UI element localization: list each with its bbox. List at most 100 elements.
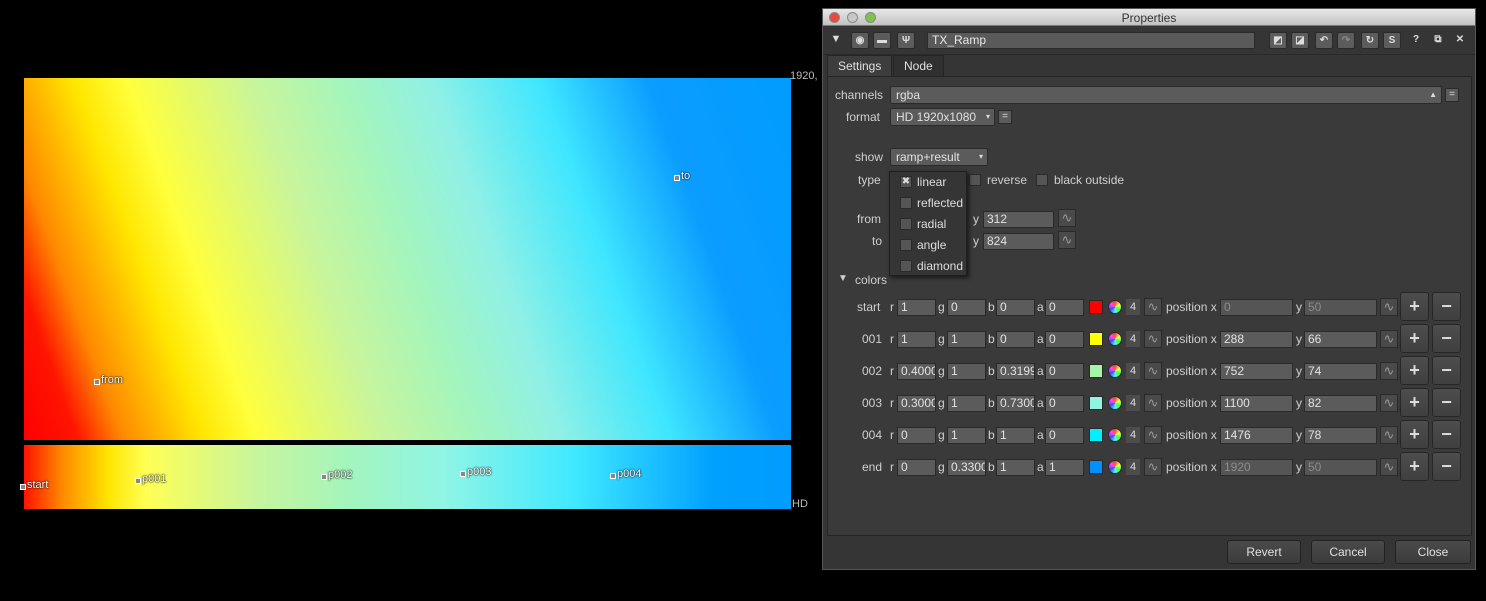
position-curve-icon[interactable]: ∿ [1380,394,1398,412]
g-field-end[interactable]: 0.3300 [947,459,986,476]
colors-collapse-icon[interactable]: ▼ [838,270,848,288]
start-handle[interactable]: start [20,479,48,491]
help-icon[interactable]: ? [1407,32,1425,49]
p003-handle[interactable]: p003 [460,466,491,478]
fork-icon[interactable]: Ψ [897,32,915,49]
r-field-001[interactable]: 1 [897,331,936,348]
position-y-field-002[interactable]: 74 [1304,363,1377,380]
b-field-001[interactable]: 0 [996,331,1035,348]
color-swatch-003[interactable] [1089,396,1103,410]
color-wheel-icon[interactable] [1108,396,1122,410]
add-color-button[interactable]: + [1400,420,1429,449]
r-field-004[interactable]: 0 [897,427,936,444]
position-curve-icon[interactable]: ∿ [1380,298,1398,316]
p002-handle[interactable]: p002 [321,469,352,481]
float-icon[interactable]: ⧉ [1429,32,1447,49]
remove-color-button[interactable]: − [1432,388,1461,417]
b-field-002[interactable]: 0.3199 [996,363,1035,380]
color-swatch-004[interactable] [1089,428,1103,442]
r-field-start[interactable]: 1 [897,299,936,316]
position-curve-icon[interactable]: ∿ [1380,426,1398,444]
title-bar[interactable]: Properties [823,9,1475,26]
remove-color-button[interactable]: − [1432,324,1461,353]
position-x-field-003[interactable]: 1100 [1220,395,1293,412]
position-x-field-002[interactable]: 752 [1220,363,1293,380]
position-y-field-start[interactable]: 50 [1304,299,1377,316]
node-name-field[interactable]: TX_Ramp [927,32,1255,49]
color-swatch-002[interactable] [1089,364,1103,378]
to-curve-icon[interactable]: ∿ [1058,231,1076,249]
type-menu-radial[interactable]: radial [890,214,966,235]
remove-color-button[interactable]: − [1432,356,1461,385]
r-field-end[interactable]: 0 [897,459,936,476]
revert-button[interactable]: Revert [1227,540,1301,564]
collapse-triangle-icon[interactable]: ▼ [827,32,845,49]
show-dropdown[interactable]: ramp+result ▾ [890,148,988,166]
position-x-field-end[interactable]: 1920 [1220,459,1293,476]
color-curve-icon[interactable]: ∿ [1144,426,1162,444]
b-field-start[interactable]: 0 [996,299,1035,316]
add-color-button[interactable]: + [1400,292,1429,321]
add-color-button[interactable]: + [1400,324,1429,353]
type-menu-reflected[interactable]: reflected [890,193,966,214]
p001-handle[interactable]: p001 [135,473,166,485]
b-field-004[interactable]: 1 [996,427,1035,444]
node-color-icon[interactable]: ◩ [1269,32,1287,49]
position-x-field-start[interactable]: 0 [1220,299,1293,316]
color-swatch-001[interactable] [1089,332,1103,346]
position-curve-icon[interactable]: ∿ [1380,458,1398,476]
viewer[interactable]: 1920, HD to from start p001 p002 p003 p0… [0,0,820,601]
position-curve-icon[interactable]: ∿ [1380,330,1398,348]
type-menu[interactable]: ✖ linear reflected radial angle diamond [889,171,967,276]
a-field-001[interactable]: 0 [1045,331,1084,348]
position-x-field-001[interactable]: 288 [1220,331,1293,348]
redo-icon[interactable]: ↷ [1337,32,1355,49]
close-button[interactable]: Close [1395,540,1471,564]
format-link-button[interactable]: = [998,110,1012,124]
to-handle[interactable]: to [674,170,690,182]
color-curve-icon[interactable]: ∿ [1144,394,1162,412]
script-icon[interactable]: S [1383,32,1401,49]
position-x-field-004[interactable]: 1476 [1220,427,1293,444]
b-field-end[interactable]: 1 [996,459,1035,476]
a-field-end[interactable]: 1 [1045,459,1084,476]
remove-color-button[interactable]: − [1432,420,1461,449]
tab-node[interactable]: Node [893,55,944,77]
a-field-004[interactable]: 0 [1045,427,1084,444]
position-curve-icon[interactable]: ∿ [1380,362,1398,380]
refresh-icon[interactable]: ↻ [1361,32,1379,49]
b-field-003[interactable]: 0.7300 [996,395,1035,412]
channel-count-004[interactable]: 4 [1126,427,1140,443]
position-y-field-end[interactable]: 50 [1304,459,1377,476]
color-wheel-icon[interactable] [1108,460,1122,474]
position-y-field-004[interactable]: 78 [1304,427,1377,444]
color-wheel-icon[interactable] [1108,428,1122,442]
color-wheel-icon[interactable] [1108,300,1122,314]
color-curve-icon[interactable]: ∿ [1144,298,1162,316]
color-curve-icon[interactable]: ∿ [1144,330,1162,348]
color-swatch-start[interactable] [1089,300,1103,314]
a-field-002[interactable]: 0 [1045,363,1084,380]
color-wheel-icon[interactable] [1108,364,1122,378]
color-curve-icon[interactable]: ∿ [1144,362,1162,380]
position-y-field-001[interactable]: 66 [1304,331,1377,348]
type-menu-diamond[interactable]: diamond [890,256,966,277]
add-color-button[interactable]: + [1400,452,1429,481]
g-field-001[interactable]: 1 [947,331,986,348]
a-field-start[interactable]: 0 [1045,299,1084,316]
black-outside-checkbox[interactable] [1036,174,1048,186]
viewer-toggle-icon[interactable]: ◉ [851,32,869,49]
format-dropdown[interactable]: HD 1920x1080 ▾ [890,108,995,126]
reverse-checkbox[interactable] [969,174,981,186]
channel-count-start[interactable]: 4 [1126,299,1140,315]
position-y-field-003[interactable]: 82 [1304,395,1377,412]
from-handle[interactable]: from [94,374,123,386]
remove-color-button[interactable]: − [1432,452,1461,481]
channels-dropdown[interactable]: rgba ▲ [890,86,1442,104]
to-y-field[interactable]: 824 [983,233,1054,250]
color-curve-icon[interactable]: ∿ [1144,458,1162,476]
add-color-button[interactable]: + [1400,356,1429,385]
type-menu-linear[interactable]: ✖ linear [890,172,966,193]
channel-count-end[interactable]: 4 [1126,459,1140,475]
undo-icon[interactable]: ↶ [1315,32,1333,49]
